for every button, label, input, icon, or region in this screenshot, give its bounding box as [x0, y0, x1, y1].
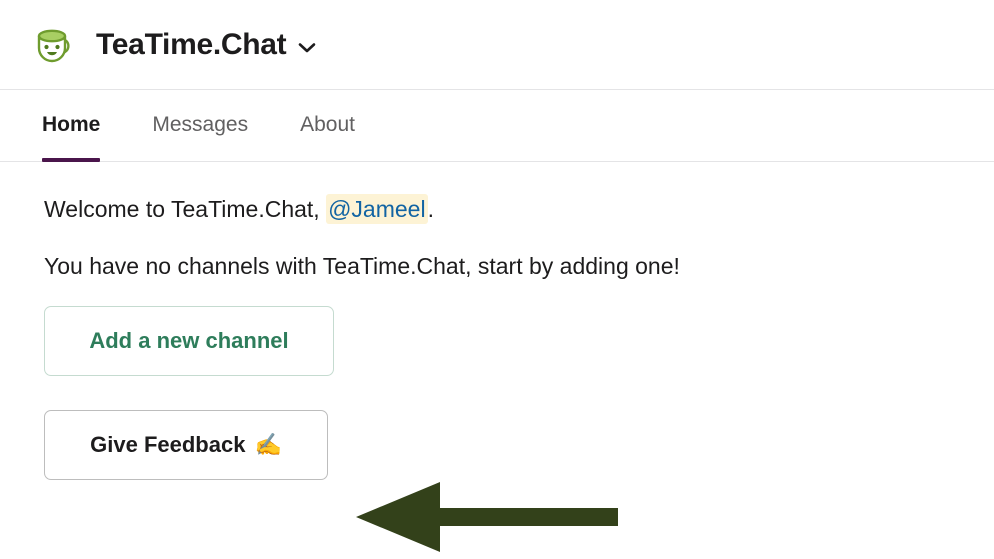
tab-home-label: Home — [42, 112, 101, 136]
action-buttons: Add a new channel Give Feedback ✍️ — [44, 306, 994, 481]
app-title: TeaTime.Chat — [96, 27, 287, 61]
welcome-message: Welcome to TeaTime.Chat, @Jameel. — [44, 194, 994, 224]
teacup-smiling-icon — [28, 17, 82, 72]
no-channels-message: You have no channels with TeaTime.Chat, … — [44, 253, 680, 280]
add-a-new-channel-button[interactable]: Add a new channel — [44, 306, 334, 377]
tab-messages-label: Messages — [152, 112, 249, 136]
writing-hand-emoji-icon: ✍️ — [254, 432, 282, 458]
left-arrow-annotation-icon — [356, 482, 618, 552]
tab-bar: Home Messages About — [0, 90, 994, 162]
app-home-body: Welcome to TeaTime.Chat, @Jameel. You ha… — [0, 162, 994, 552]
tab-home[interactable]: Home — [42, 90, 101, 162]
user-mention[interactable]: @Jameel — [326, 194, 428, 224]
add-a-new-channel-label: Add a new channel — [89, 328, 289, 354]
app-header: TeaTime.Chat — [0, 0, 994, 90]
chevron-down-icon[interactable] — [298, 42, 316, 54]
welcome-suffix-text: . — [427, 196, 434, 222]
tab-messages[interactable]: Messages — [152, 90, 248, 161]
tab-about[interactable]: About — [300, 90, 355, 161]
tab-about-label: About — [300, 112, 355, 136]
welcome-prefix-text: Welcome to TeaTime.Chat, — [44, 196, 327, 222]
give-feedback-label: Give Feedback — [90, 432, 246, 458]
give-feedback-button[interactable]: Give Feedback ✍️ — [44, 410, 328, 481]
